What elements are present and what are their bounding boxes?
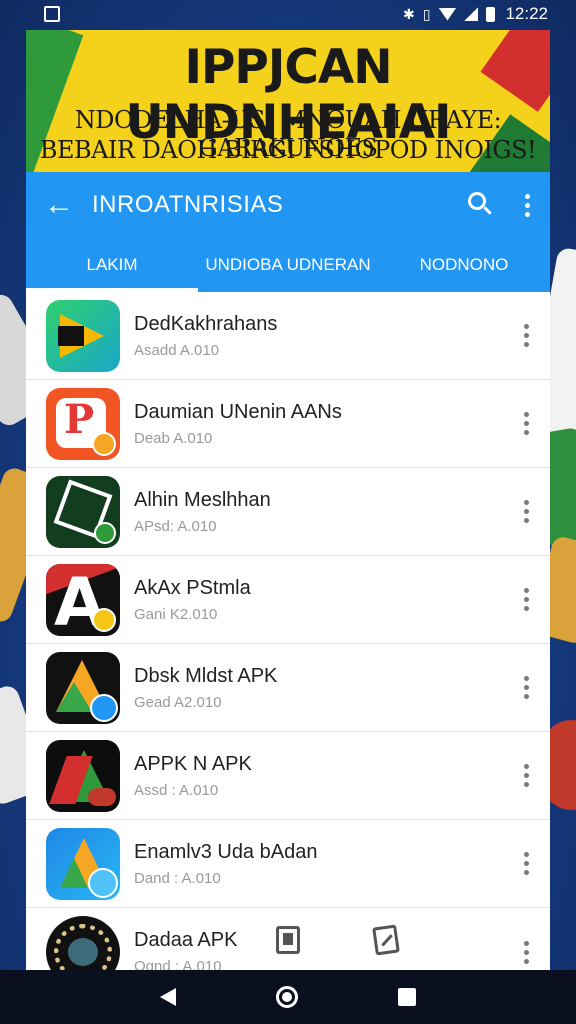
list-item[interactable]: Dbsk Mldst APK Gead A2.010 (26, 644, 550, 732)
app-window: ← INROATNRISIAS LAKIM UNDIOBA UDNERAN NO… (26, 172, 550, 970)
item-menu-icon[interactable] (502, 676, 550, 699)
document-icon[interactable] (276, 926, 300, 954)
wifi-icon (438, 7, 457, 21)
app-name: Daumian UNenin AANs (134, 400, 342, 423)
nav-back-icon[interactable] (160, 988, 176, 1006)
screenshot-notification-icon (44, 6, 60, 22)
list-item[interactable]: DedKakhrahans Asadd A.010 (26, 292, 550, 380)
signal-icon (464, 7, 479, 21)
list-item[interactable]: P Daumian UNenin AANs Deab A.010 (26, 380, 550, 468)
banner-subtitle: BEBAIR DAOH BIRGI FSHOPOD INOIGS! (39, 136, 537, 164)
app-meta: Assd : A.010 (134, 781, 219, 799)
bluetooth-icon: ✱ (403, 5, 415, 22)
app-name: APPK N APK (134, 752, 252, 775)
app-meta: APsd: A.010 (134, 517, 217, 535)
status-bar: ✱ ▯ 12:22 (0, 0, 576, 28)
item-menu-icon[interactable] (502, 852, 550, 875)
list-item[interactable]: APPK N APK Assd : A.010 (26, 732, 550, 820)
list-item[interactable]: Alhin Meslhhan APsd: A.010 (26, 468, 550, 556)
app-icon (46, 475, 120, 548)
list-item[interactable]: Enamlv3 Uda bAdan Dand : A.010 (26, 820, 550, 908)
tab-third[interactable]: NODNONO (378, 238, 550, 292)
vibrate-icon: ▯ (422, 5, 431, 22)
app-meta: Dand : A.010 (134, 869, 221, 887)
app-name: AkAx PStmla (134, 576, 251, 599)
app-meta: Deab A.010 (134, 429, 213, 447)
battery-icon (486, 6, 496, 22)
app-meta: Ognd : A.010 (134, 958, 222, 970)
app-list: DedKakhrahans Asadd A.010 P Daumian UNen… (26, 292, 550, 970)
list-item[interactable]: A AkAx PStmla Gani K2.010 (26, 556, 550, 644)
app-icon (46, 299, 120, 372)
app-icon (46, 739, 120, 812)
item-menu-icon[interactable] (502, 764, 550, 787)
app-icon: A (46, 563, 120, 636)
app-icon: P (46, 387, 120, 460)
promo-banner[interactable]: IPPJCAN UNDNHEAIAI NDODELHA-USI MNOUAH U… (26, 30, 550, 172)
item-menu-icon[interactable] (502, 588, 550, 611)
app-name: Enamlv3 Uda bAdan (134, 840, 318, 863)
status-clock: 12:22 (505, 4, 548, 23)
app-name: Alhin Meslhhan (134, 488, 271, 511)
app-icon (46, 827, 120, 900)
app-toolbar: ← INROATNRISIAS (26, 172, 550, 238)
app-icon (46, 651, 120, 724)
item-menu-icon[interactable] (502, 412, 550, 435)
app-meta: Gead A2.010 (134, 693, 222, 711)
app-name: DedKakhrahans (134, 312, 278, 335)
system-nav-bar (0, 970, 576, 1024)
tab-middle[interactable]: UNDIOBA UDNERAN (198, 238, 378, 292)
tab-latest[interactable]: LAKIM (26, 238, 198, 292)
overflow-menu-icon[interactable] (504, 193, 550, 217)
nav-home-icon[interactable] (276, 986, 298, 1008)
item-menu-icon[interactable] (502, 500, 550, 523)
back-arrow-icon[interactable]: ← (26, 188, 92, 222)
nav-recents-icon[interactable] (398, 988, 416, 1006)
app-meta: Asadd A.010 (134, 341, 220, 359)
toolbar-title: INROATNRISIAS (92, 191, 284, 218)
tab-bar: LAKIM UNDIOBA UDNERAN NODNONO (26, 238, 550, 292)
edit-icon[interactable] (372, 924, 400, 956)
item-menu-icon[interactable] (502, 324, 550, 347)
app-icon (46, 916, 120, 970)
item-menu-icon[interactable] (502, 940, 550, 964)
app-name: Dadaa APK (134, 929, 238, 951)
search-icon[interactable] (458, 172, 504, 238)
app-meta: Gani K2.010 (134, 605, 218, 623)
app-name: Dbsk Mldst APK (134, 664, 278, 687)
